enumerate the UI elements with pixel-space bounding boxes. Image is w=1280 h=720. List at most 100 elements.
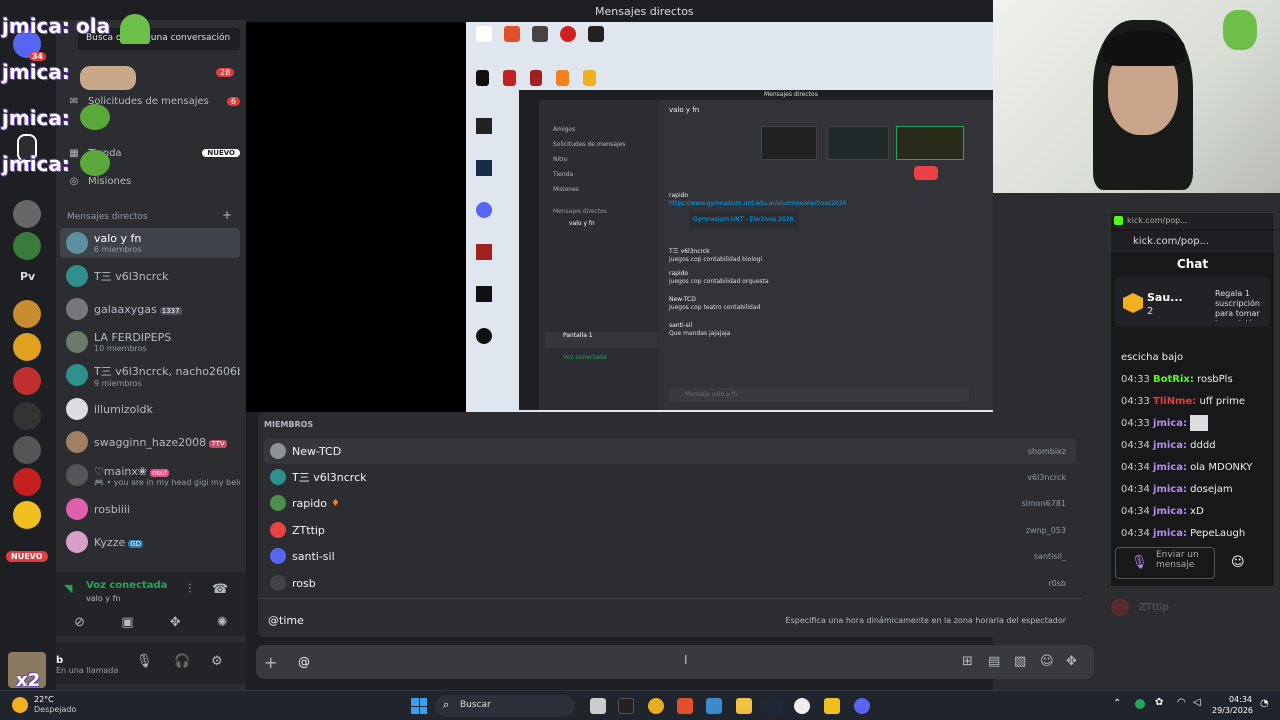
desktop-app-icon[interactable]: [476, 244, 492, 260]
sticker-icon[interactable]: ▧: [1014, 654, 1026, 669]
member-option[interactable]: ZTttip zwnp_053: [264, 517, 1076, 543]
microphone-icon[interactable]: 🎙: [136, 654, 153, 669]
microphone-icon[interactable]: 🎙: [1131, 555, 1148, 570]
notification-bell-icon[interactable]: ◔: [1260, 698, 1269, 709]
server-icon[interactable]: [13, 367, 41, 395]
steam-icon[interactable]: [765, 698, 781, 714]
tray-chevron-icon[interactable]: ⌃: [1113, 698, 1121, 709]
server-pv-label[interactable]: Pv: [20, 270, 35, 283]
weather-icon[interactable]: [12, 697, 28, 713]
gif-icon[interactable]: ▤: [988, 654, 1000, 669]
file-explorer-icon[interactable]: [736, 698, 752, 714]
leave-call-button[interactable]: [914, 166, 938, 180]
desktop-app-icon[interactable]: [529, 70, 543, 86]
dm-item[interactable]: T三 v6l3ncrck: [60, 261, 240, 291]
soundboard-icon[interactable]: ✺: [217, 615, 228, 630]
browser-tab[interactable]: kick.com/pop...: [1111, 213, 1274, 229]
create-dm-icon[interactable]: +: [222, 208, 232, 222]
server-icon[interactable]: [13, 501, 41, 529]
server-icon[interactable]: [13, 232, 41, 260]
taskbar: 22°C Despejado ⌕ Buscar ⌃ ✿ ◠ ◁ 04:34 29…: [0, 690, 1280, 720]
desktop-app-icon[interactable]: [532, 26, 548, 42]
stream-tile[interactable]: [761, 126, 817, 160]
headphones-icon[interactable]: 🎧: [174, 654, 190, 669]
server-icon[interactable]: [13, 300, 41, 328]
member-option[interactable]: New-TCD shombixz: [264, 438, 1076, 464]
logitech-icon[interactable]: [476, 328, 492, 344]
tray-app-icon[interactable]: ✿: [1155, 697, 1163, 708]
desktop-app-icon[interactable]: [476, 286, 492, 302]
server-icon[interactable]: [13, 402, 41, 430]
server-icon[interactable]: [13, 436, 41, 464]
avatar: [270, 443, 286, 459]
nvidia-icon[interactable]: [476, 70, 489, 86]
gift-banner[interactable]: Sau... 2 Regala 1 suscripción para tomar…: [1115, 277, 1270, 327]
epic-icon[interactable]: [476, 118, 492, 134]
chrome-icon[interactable]: [648, 698, 664, 714]
discord-icon[interactable]: [854, 698, 870, 714]
member-option[interactable]: T三 v6l3ncrck v6l3ncrck: [264, 464, 1076, 490]
server-icon[interactable]: [13, 468, 41, 496]
member-option[interactable]: santi-sil santisil_: [264, 543, 1076, 569]
desktop-app-icon[interactable]: [560, 26, 576, 42]
dm-item[interactable]: rosbiiii: [60, 494, 240, 524]
time-command-option[interactable]: @time Especifica una hora dinámicamente e…: [264, 607, 1076, 633]
gta-icon[interactable]: [588, 26, 604, 42]
dm-item[interactable]: LA FERDIPEPS 10 miembros: [60, 327, 240, 357]
server-icon[interactable]: [13, 333, 41, 361]
dm-item[interactable]: swagginn_haze2008 7TV: [60, 427, 240, 457]
message-composer[interactable]: + @ I ⊞ ▤ ▧ ☺ ✥: [256, 645, 1094, 679]
screen-share-icon[interactable]: ▣: [121, 615, 133, 630]
disconnect-icon[interactable]: ☎: [212, 582, 228, 597]
search-icon: ⌕: [443, 698, 450, 711]
epic-games-icon[interactable]: [618, 698, 634, 714]
clock-time[interactable]: 04:34: [1222, 695, 1252, 704]
member-option[interactable]: rapido ♦ simon6781: [264, 490, 1076, 516]
avatar: [66, 364, 88, 386]
user-tile[interactable]: [827, 126, 889, 160]
dm-item[interactable]: Kyzze GD: [60, 527, 240, 557]
discord-icon[interactable]: [476, 202, 492, 218]
message-input[interactable]: @: [298, 655, 310, 669]
obs-icon[interactable]: [794, 698, 810, 714]
dm-item[interactable]: ♡mainx❀ osu! 🎮 • you are in my head gigi m…: [60, 460, 240, 490]
dm-item[interactable]: T三 v6l3ncrck, nacho2606b, B...9 miembros: [60, 360, 240, 390]
clock-date[interactable]: 29/3/2026: [1212, 706, 1253, 715]
camera-off-icon[interactable]: ⊘: [74, 615, 85, 630]
app-icon[interactable]: [824, 698, 840, 714]
desktop-app-icon[interactable]: [502, 70, 516, 86]
pepe-emote-icon: [80, 104, 110, 130]
wifi-icon[interactable]: ◠: [1177, 697, 1186, 708]
apps-icon[interactable]: ✥: [1066, 654, 1077, 669]
tray-app-icon[interactable]: [1135, 699, 1145, 709]
emoji-icon[interactable]: ☺: [1231, 555, 1245, 570]
gift-icon[interactable]: ⊞: [962, 654, 973, 669]
taskbar-search[interactable]: ⌕ Buscar: [435, 695, 575, 717]
emoji-icon[interactable]: ☺: [1040, 654, 1054, 669]
server-icon[interactable]: [13, 200, 41, 228]
vlc-icon[interactable]: [556, 70, 570, 86]
url-bar[interactable]: kick.com/pop...: [1111, 231, 1274, 253]
desktop-icons-row: [476, 70, 596, 90]
windows-start-icon[interactable]: [411, 698, 427, 714]
task-view-icon[interactable]: [590, 698, 606, 714]
dm-item[interactable]: valo y fn 6 miembros: [60, 228, 240, 258]
noise-suppression-icon[interactable]: ⫶: [188, 582, 191, 597]
dm-item[interactable]: illumizoldk: [60, 394, 240, 424]
gear-icon[interactable]: ⚙: [211, 654, 223, 669]
store-icon[interactable]: [706, 698, 722, 714]
rockstar-icon[interactable]: [583, 70, 596, 86]
volume-icon[interactable]: ◁: [1193, 697, 1201, 708]
desktop-app-icon[interactable]: [476, 26, 492, 42]
chat-send-input[interactable]: Enviar un mensaje: [1115, 547, 1215, 579]
dm-item[interactable]: galaaxygas 1337: [60, 294, 240, 324]
avatar: [66, 498, 88, 520]
member-option[interactable]: rosb r0sb: [264, 570, 1076, 596]
user-tile[interactable]: [896, 126, 964, 160]
emote-icon: [80, 66, 136, 90]
activities-icon[interactable]: ✥: [170, 615, 181, 630]
brave-icon[interactable]: [504, 26, 520, 42]
brave-icon[interactable]: [677, 698, 693, 714]
add-attachment-icon[interactable]: +: [264, 653, 277, 672]
desktop-app-icon[interactable]: [476, 160, 492, 176]
